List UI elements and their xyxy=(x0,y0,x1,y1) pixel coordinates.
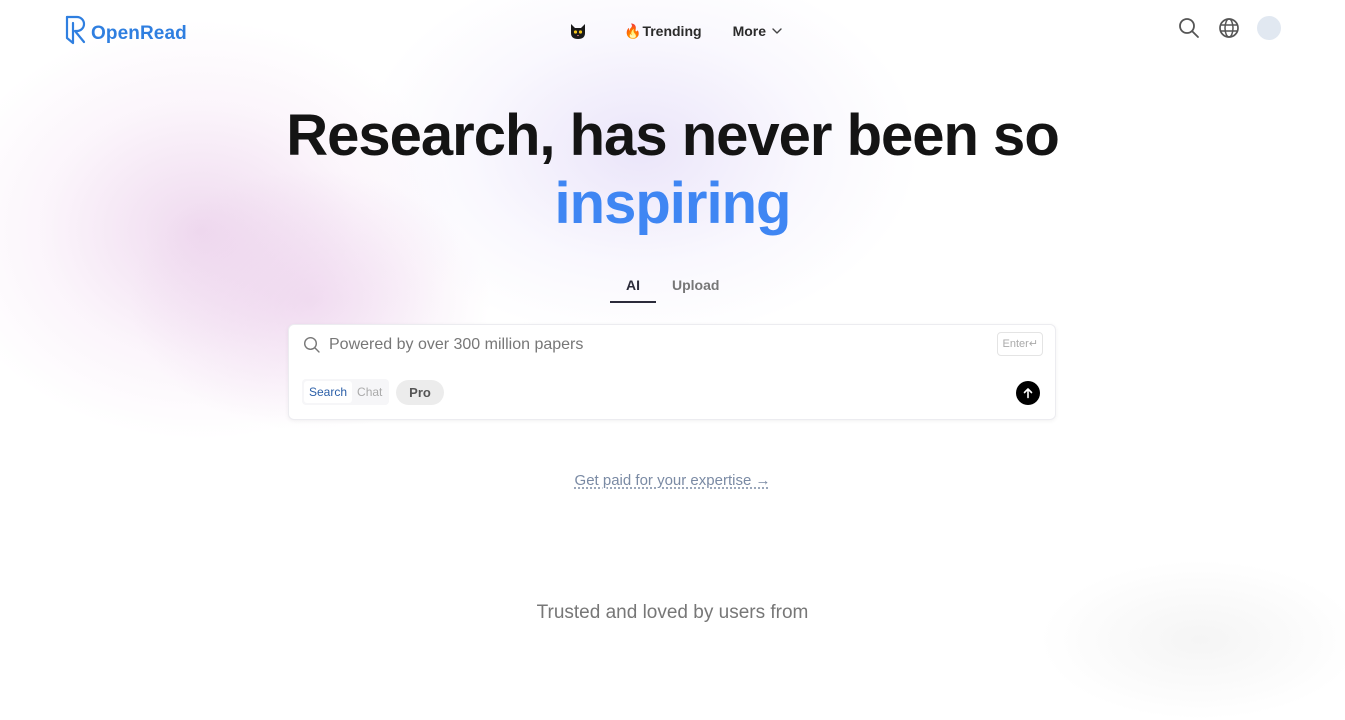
nav-more-label: More xyxy=(732,23,767,39)
globe-icon[interactable] xyxy=(1217,16,1241,40)
hero-title-highlight: inspiring xyxy=(554,171,792,236)
nav-trending[interactable]: 🔥 Trending xyxy=(624,23,702,40)
fire-icon: 🔥 xyxy=(624,22,642,39)
search-icon xyxy=(303,336,320,353)
arrow-up-icon xyxy=(1023,388,1033,399)
mode-search-option[interactable]: Search xyxy=(304,381,353,403)
search-input[interactable] xyxy=(329,331,989,359)
pro-button[interactable]: Pro xyxy=(396,380,444,405)
header-actions xyxy=(1177,16,1281,40)
chevron-down-icon xyxy=(772,28,782,34)
tab-ai[interactable]: AI xyxy=(610,274,656,303)
black-cat-icon[interactable] xyxy=(568,21,588,41)
openread-logo-icon xyxy=(65,15,86,45)
background-glow xyxy=(1040,560,1345,720)
user-avatar[interactable] xyxy=(1257,16,1281,40)
nav-more-dropdown[interactable]: More xyxy=(733,23,783,39)
mode-chat-option[interactable]: Chat xyxy=(352,381,387,403)
mode-tabs: AI Upload xyxy=(610,274,719,303)
search-chat-toggle: Search Chat xyxy=(302,379,390,405)
expertise-link-container: Get paid for your expertise → xyxy=(0,472,1345,489)
logo-link[interactable]: OpenRead xyxy=(64,14,187,46)
nav-trending-label: Trending xyxy=(642,23,702,39)
search-icon[interactable] xyxy=(1177,16,1201,40)
hero-title: Research, has never been so xyxy=(286,103,1060,168)
search-card: Enter↵ Search Chat Pro xyxy=(288,324,1056,420)
trusted-by-heading: Trusted and loved by users from xyxy=(536,602,809,623)
enter-key-hint[interactable]: Enter↵ xyxy=(997,332,1043,356)
top-nav: 🔥 Trending More xyxy=(568,19,783,43)
tab-upload[interactable]: Upload xyxy=(672,274,719,303)
send-button[interactable] xyxy=(1016,381,1040,405)
logo-text: OpenRead xyxy=(91,23,187,44)
get-paid-link[interactable]: Get paid for your expertise → xyxy=(575,472,771,489)
